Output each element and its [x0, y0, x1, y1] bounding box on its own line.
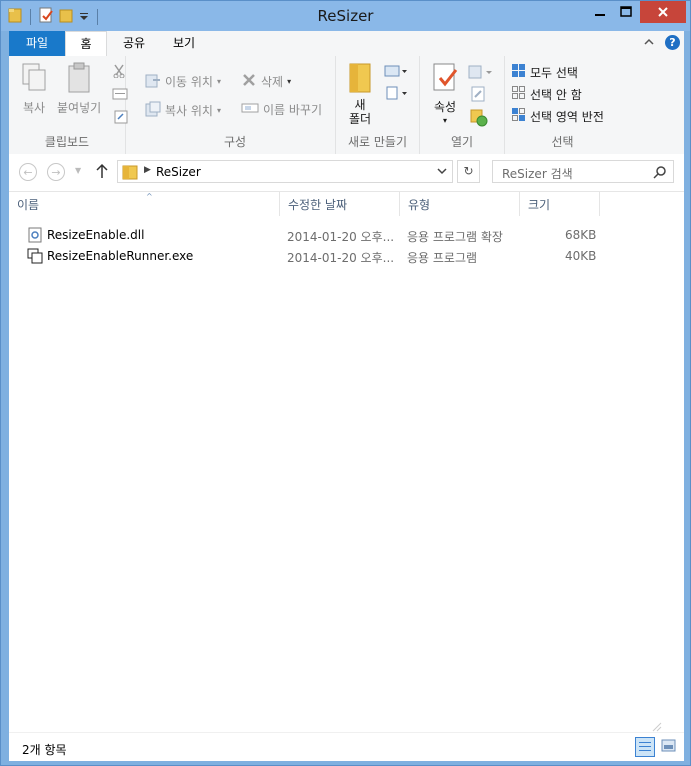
details-view-button[interactable] — [635, 737, 655, 757]
properties-button[interactable]: 속성 ▾ — [430, 62, 460, 125]
tab-view[interactable]: 보기 — [163, 31, 205, 56]
copy-button[interactable]: 복사 — [19, 62, 49, 116]
tab-file[interactable]: 파일 — [9, 31, 65, 56]
open-icon[interactable] — [468, 64, 494, 80]
tab-share[interactable]: 공유 — [113, 31, 155, 56]
navigation-bar: ← → ▼ ▶ ReSizer ↻ ReSizer 검색 — [9, 154, 684, 192]
select-group: 모두 선택 선택 안 함 선택 영역 반전 선택 — [505, 56, 620, 154]
column-header-type[interactable]: 유형 — [400, 192, 520, 216]
file-size: 40KB — [565, 249, 597, 263]
select-none-icon — [511, 85, 526, 103]
copy-to-icon — [145, 101, 161, 120]
ribbon-collapse-icon[interactable] — [643, 36, 655, 50]
details-view-icon — [639, 742, 651, 751]
folder-icon — [122, 164, 138, 183]
refresh-icon: ↻ — [463, 164, 474, 178]
invert-selection-button[interactable]: 선택 영역 반전 — [511, 107, 604, 125]
column-header-name[interactable]: 이름 ^ — [9, 192, 280, 216]
address-bar[interactable]: ▶ ReSizer — [117, 160, 453, 183]
rename-icon — [241, 101, 259, 118]
open-group: 속성 ▾ 열기 — [420, 56, 505, 154]
new-folder-button[interactable]: 새 폴더 — [346, 62, 374, 126]
new-item-icon[interactable] — [384, 64, 408, 78]
maximize-button[interactable] — [611, 1, 641, 23]
file-name[interactable]: ResizeEnable.dll — [47, 228, 144, 242]
search-icon[interactable] — [653, 165, 667, 182]
file-list: 이름 ^ 수정한 날짜 유형 크기 ResizeEnable.dll 2014-… — [9, 192, 684, 732]
file-date: 2014-01-20 오후... — [287, 251, 395, 265]
address-path[interactable]: ReSizer — [156, 165, 201, 179]
recent-locations-icon[interactable]: ▼ — [75, 166, 81, 175]
delete-button[interactable]: 삭제 ▾ — [241, 72, 291, 91]
column-header-date[interactable]: 수정한 날짜 — [280, 192, 400, 216]
title-bar: ReSizer — [1, 1, 690, 31]
close-button[interactable] — [640, 1, 686, 23]
tab-home[interactable]: 홈 — [65, 31, 107, 56]
rename-button[interactable]: 이름 바꾸기 — [241, 101, 322, 118]
item-count: 2개 항목 — [22, 743, 67, 757]
dll-file-icon — [27, 227, 43, 246]
file-row[interactable]: ResizeEnableRunner.exe 2014-01-20 오후... … — [23, 246, 623, 266]
refresh-button[interactable]: ↻ — [457, 160, 480, 183]
move-to-button[interactable]: 이동 위치 ▾ — [145, 72, 221, 91]
file-date: 2014-01-20 오후... — [287, 230, 395, 244]
select-all-icon — [511, 63, 526, 81]
ribbon: 복사 붙여넣기 클립보드 이동 위치 ▾ 복사 위치 ▾ 삭제 ▾ 이름 바꾸기… — [9, 56, 684, 155]
organize-group-label: 구성 — [223, 135, 247, 149]
organize-group: 이동 위치 ▾ 복사 위치 ▾ 삭제 ▾ 이름 바꾸기 구성 — [135, 56, 336, 154]
new-folder-icon — [346, 62, 374, 97]
search-box[interactable]: ReSizer 검색 — [492, 160, 674, 183]
chevron-right-icon[interactable]: ▶ — [144, 165, 151, 175]
back-button[interactable]: ← — [19, 163, 37, 181]
delete-icon — [241, 72, 257, 91]
copy-to-button[interactable]: 복사 위치 ▾ — [145, 101, 221, 120]
large-icons-view-button[interactable] — [659, 737, 679, 757]
history-icon[interactable] — [470, 109, 488, 127]
file-type: 응용 프로그램 확장 — [407, 230, 503, 244]
file-size: 68KB — [565, 228, 597, 242]
new-group-label: 새로 만들기 — [347, 135, 407, 149]
invert-selection-icon — [511, 107, 526, 125]
copy-icon — [19, 62, 49, 97]
select-none-button[interactable]: 선택 안 함 — [511, 85, 582, 103]
file-row[interactable]: ResizeEnable.dll 2014-01-20 오후... 응용 프로그… — [23, 225, 623, 245]
new-group: 새 폴더 새로 만들기 — [336, 56, 420, 154]
edit-icon[interactable] — [470, 86, 486, 102]
paste-shortcut-icon[interactable] — [114, 110, 128, 124]
forward-button[interactable]: → — [47, 163, 65, 181]
easy-access-icon[interactable] — [384, 86, 408, 100]
move-to-icon — [145, 72, 161, 91]
select-group-label: 선택 — [551, 135, 574, 149]
paste-button[interactable]: 붙여넣기 — [57, 62, 101, 116]
up-arrow-icon[interactable] — [95, 163, 109, 182]
explorer-window: ReSizer 파일 홈 공유 보기 ? 복사 붙여넣기 클립보드 이동 위치 … — [0, 0, 691, 766]
file-type: 응용 프로그램 — [407, 251, 478, 265]
open-group-label: 열기 — [450, 135, 474, 149]
cut-icon[interactable] — [112, 64, 126, 78]
file-name[interactable]: ResizeEnableRunner.exe — [47, 249, 193, 263]
copy-path-icon[interactable] — [112, 88, 128, 100]
clipboard-group: 복사 붙여넣기 클립보드 — [9, 56, 128, 154]
help-icon[interactable]: ? — [665, 35, 680, 50]
chevron-down-icon[interactable] — [436, 164, 448, 181]
search-input[interactable]: ReSizer 검색 — [502, 165, 573, 182]
sort-ascending-icon: ^ — [146, 192, 153, 201]
clipboard-group-label: 클립보드 — [44, 135, 90, 149]
clipboard-icon — [64, 62, 94, 97]
exe-file-icon — [27, 248, 43, 267]
ribbon-tabs: 파일 홈 공유 보기 ? — [9, 31, 684, 57]
status-bar: 2개 항목 — [9, 732, 684, 761]
column-header-size[interactable]: 크기 — [520, 192, 600, 216]
large-icons-view-icon — [661, 739, 676, 752]
properties-icon — [430, 62, 460, 97]
select-all-button[interactable]: 모두 선택 — [511, 63, 578, 81]
